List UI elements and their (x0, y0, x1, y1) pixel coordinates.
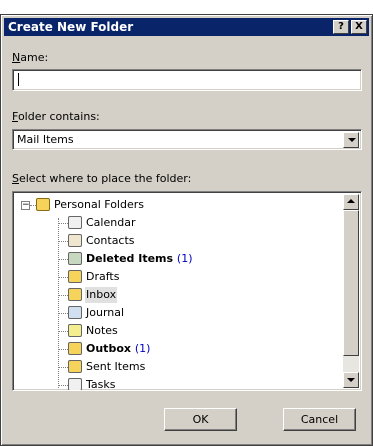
unread-count: (1) (176, 252, 193, 265)
tree-item-notes[interactable]: Notes (68, 323, 328, 339)
close-button[interactable]: X (351, 20, 367, 34)
tree-item-label: Calendar (86, 216, 136, 229)
tree-item-label: Drafts (86, 270, 120, 283)
tree-item-label: Journal (86, 306, 125, 319)
tree-item-label: Contacts (86, 234, 135, 247)
drafts-icon (68, 270, 82, 283)
tree-vertical-line (58, 218, 59, 388)
create-new-folder-dialog: Create New Folder ? X Name: Folder conta… (0, 14, 373, 446)
unread-count: (1) (134, 342, 151, 355)
folder-tree[interactable]: − Personal Folders Calendar Contacts Del… (12, 191, 362, 391)
tree-item-drafts[interactable]: Drafts (68, 269, 328, 285)
inbox-icon (68, 288, 82, 301)
tree-item-tasks[interactable]: Tasks (68, 377, 328, 391)
tree-scrollbar[interactable] (343, 194, 359, 388)
outbox-icon (68, 342, 82, 355)
tree-item-label: Notes (86, 324, 118, 337)
notes-icon (68, 324, 82, 337)
tree-item-sent-items[interactable]: Sent Items (68, 359, 328, 375)
collapse-toggle[interactable]: − (21, 201, 30, 210)
text-caret (18, 73, 19, 86)
tree-item-label: Sent Items (86, 360, 146, 373)
title-bar[interactable]: Create New Folder ? X (4, 18, 369, 36)
tree-item-deleted-items[interactable]: Deleted Items (1) (68, 251, 328, 267)
tree-item-calendar[interactable]: Calendar (68, 215, 328, 231)
tree-item-journal[interactable]: Journal (68, 305, 328, 321)
tree-item-label: Inbox (85, 287, 118, 303)
tree-item-label: Deleted Items (86, 252, 174, 265)
name-label: Name: (12, 51, 49, 64)
personal-folders-icon (36, 198, 50, 211)
tasks-icon (68, 378, 82, 390)
deleted-items-icon (68, 252, 82, 265)
help-button[interactable]: ? (333, 20, 349, 34)
tree-item-outbox[interactable]: Outbox (1) (68, 341, 328, 357)
cancel-button[interactable]: Cancel (283, 408, 356, 431)
scroll-up-button[interactable] (343, 194, 359, 210)
journal-icon (68, 306, 82, 319)
dropdown-arrow-button[interactable] (343, 132, 359, 148)
scroll-thumb[interactable] (343, 210, 359, 356)
calendar-icon (68, 216, 82, 229)
tree-item-inbox[interactable]: Inbox (68, 287, 328, 303)
location-label: Select where to place the folder: (12, 172, 192, 185)
tree-item-label: Personal Folders (54, 198, 144, 211)
dialog-title: Create New Folder (8, 20, 134, 34)
folder-contains-label: Folder contains: (12, 110, 100, 123)
scroll-down-button[interactable] (343, 372, 359, 388)
contacts-icon (68, 234, 82, 247)
ok-button[interactable]: OK (164, 408, 237, 431)
tree-item-label: Tasks (86, 378, 116, 391)
folder-contains-select[interactable]: Mail Items (12, 129, 362, 150)
folder-contains-value: Mail Items (17, 133, 74, 146)
name-input[interactable] (12, 69, 362, 91)
sent-items-icon (68, 360, 82, 373)
tree-item-contacts[interactable]: Contacts (68, 233, 328, 249)
tree-item-personal-folders[interactable]: Personal Folders (36, 197, 336, 213)
tree-item-label: Outbox (86, 342, 131, 355)
